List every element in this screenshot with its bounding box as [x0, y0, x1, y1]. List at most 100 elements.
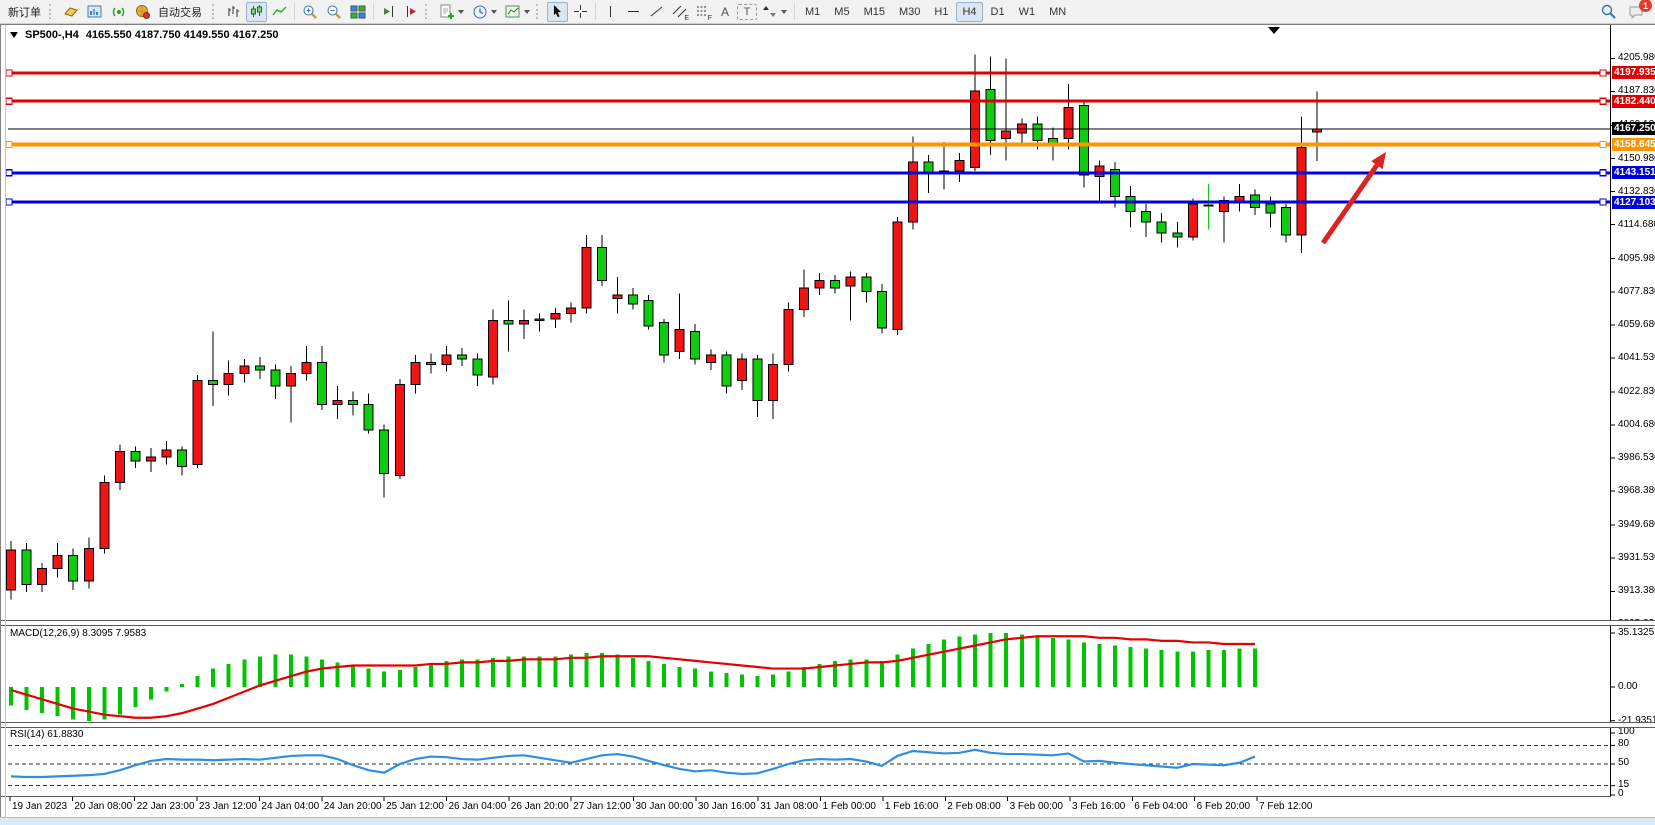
crosshair-button[interactable]	[570, 2, 591, 22]
candle-body	[224, 373, 233, 384]
chart-title: SP500-,H4 4165.550 4187.750 4149.550 416…	[10, 29, 279, 41]
timeframe-m15-button[interactable]: M15	[858, 2, 891, 22]
toolbar-grip	[212, 4, 218, 19]
toolbar-separator	[595, 3, 596, 20]
line-handle	[1600, 98, 1606, 104]
zoom-in-button[interactable]	[299, 2, 321, 22]
candle-body	[675, 330, 684, 352]
candle-body	[613, 295, 622, 299]
auto-scroll-button[interactable]	[378, 2, 399, 22]
candle-body	[986, 89, 995, 140]
chevron-down-icon[interactable]	[524, 10, 530, 14]
candle-body	[1297, 148, 1306, 235]
candle-body	[473, 359, 482, 375]
candle-body	[1095, 166, 1104, 177]
candle-body	[846, 277, 855, 286]
line-handle	[1600, 142, 1606, 148]
chevron-down-icon[interactable]	[491, 10, 497, 14]
timeframe-buttons: M1M5M15M30H1H4D1W1MN	[798, 2, 1073, 22]
templates-button[interactable]	[502, 2, 533, 22]
timeframe-h1-button[interactable]: H1	[928, 2, 954, 22]
bar-chart-button[interactable]	[223, 2, 244, 22]
toolbar-grip	[49, 4, 55, 19]
line-handle	[1600, 170, 1606, 176]
candle-body	[1204, 205, 1213, 206]
candle-body	[178, 450, 187, 466]
rsi-label: RSI(14) 61.8830	[10, 729, 83, 740]
candle-body	[768, 364, 777, 400]
main-toolbar: 新订单 自动交易	[0, 0, 1655, 24]
candle-body	[131, 452, 140, 461]
line-chart-button[interactable]	[269, 2, 290, 22]
timeframe-w1-button[interactable]: W1	[1013, 2, 1042, 22]
horizontal-line-button[interactable]	[623, 2, 644, 22]
notifications-button[interactable]: 1	[1625, 1, 1648, 21]
candle-body	[597, 248, 606, 281]
candle-body	[535, 319, 544, 321]
line-handle	[1600, 199, 1606, 205]
trend-arrow-shaft	[1323, 165, 1377, 243]
candle-body	[193, 381, 202, 465]
candle-body	[1142, 211, 1151, 222]
arrows-button[interactable]	[759, 2, 790, 22]
chart-canvas[interactable]	[0, 0, 1655, 825]
candle-body	[69, 556, 78, 582]
fibonacci-button[interactable]: F	[692, 2, 713, 22]
candle-body	[893, 222, 902, 329]
rsi-panel-bottom-border	[0, 796, 1611, 797]
candle-body	[1188, 204, 1197, 237]
candle-body	[753, 359, 762, 401]
candle-body	[1157, 222, 1166, 233]
text-label-button[interactable]: T	[737, 4, 757, 20]
timeframe-m5-button[interactable]: M5	[828, 2, 855, 22]
timeframe-m30-button[interactable]: M30	[893, 2, 926, 22]
channel-button[interactable]: E	[669, 2, 690, 22]
expand-triangle-icon[interactable]	[10, 32, 18, 38]
text-button[interactable]: A	[715, 2, 735, 22]
window-left-inner-border	[5, 25, 6, 817]
cursor-button[interactable]	[547, 2, 568, 22]
periods-button[interactable]	[469, 2, 500, 22]
line-handle	[6, 142, 12, 148]
gold-badge-icon[interactable]	[60, 2, 82, 22]
candle-body	[146, 457, 155, 461]
timeframe-d1-button[interactable]: D1	[985, 2, 1011, 22]
candle-body	[442, 355, 451, 364]
candle-body	[784, 310, 793, 365]
chevron-down-icon[interactable]	[781, 10, 787, 14]
candle-body	[380, 430, 389, 474]
candle-body	[800, 288, 809, 310]
candle-body	[1079, 106, 1088, 175]
indicators-button[interactable]	[436, 2, 467, 22]
zoom-out-button[interactable]	[323, 2, 345, 22]
new-order-button[interactable]: 新订单	[3, 2, 46, 22]
tile-windows-button[interactable]	[347, 2, 369, 22]
timeframe-m1-button[interactable]: M1	[799, 2, 826, 22]
candlestick-chart-button[interactable]	[246, 2, 267, 22]
auto-scroll-marker-icon[interactable]	[1268, 27, 1280, 34]
candle-body	[162, 450, 171, 457]
chevron-down-icon[interactable]	[458, 10, 464, 14]
signal-icon[interactable]	[108, 2, 130, 22]
candle-body	[908, 162, 917, 222]
chart-shift-button[interactable]	[401, 2, 422, 22]
trendline-button[interactable]	[646, 2, 667, 22]
candle-body	[271, 370, 280, 386]
line-handle	[1600, 70, 1606, 76]
macd-panel-splitter[interactable]	[0, 620, 1655, 626]
auto-trading-button[interactable]: 自动交易	[132, 2, 209, 22]
vertical-line-button[interactable]	[600, 2, 621, 22]
candle-body	[411, 362, 420, 384]
rsi-panel-splitter[interactable]	[0, 722, 1655, 728]
candle-body	[737, 359, 746, 381]
macd-label: MACD(12,26,9) 8.3095 7.9583	[10, 628, 146, 639]
timeframe-h4-button[interactable]: H4	[956, 2, 982, 22]
candle-body	[520, 321, 529, 325]
search-button[interactable]	[1597, 1, 1620, 21]
timeframe-mn-button[interactable]: MN	[1043, 2, 1072, 22]
candle-body	[457, 355, 466, 359]
candle-body	[7, 550, 16, 590]
profile-chart-icon[interactable]	[84, 2, 106, 22]
candle-body	[831, 281, 840, 288]
candle-body	[302, 362, 311, 373]
